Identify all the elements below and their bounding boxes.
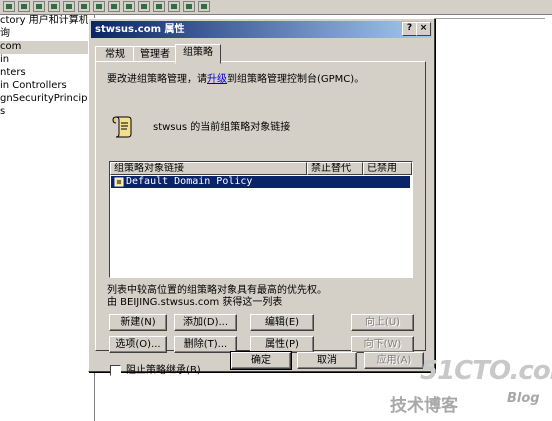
tree-item[interactable]: in Controllers [0, 80, 94, 93]
list-item[interactable]: Default Domain Policy [111, 176, 410, 188]
delete-button[interactable]: 删除(T)... [174, 336, 237, 353]
tree-item[interactable]: in [0, 54, 94, 67]
tree-item[interactable]: ctory 用户和计算机 [0, 15, 94, 28]
group-policy-panel: 要改进组策略管理，请升级到组策略管理控制台(GPMC)。 stwsus 的当前组… [95, 61, 426, 376]
gpo-name: Default Domain Policy [126, 176, 253, 187]
block-inheritance-label: 阻止策略继承(B) [126, 365, 201, 376]
add-button[interactable]: 添加(D)... [174, 314, 237, 331]
tree-item[interactable]: s [0, 106, 94, 119]
gpo-links-list[interactable]: 组策略对象链接 禁止替代 已禁用 Default Domain Policy [109, 161, 413, 278]
close-button[interactable]: × [416, 22, 431, 36]
tree-item-selected[interactable]: com [0, 41, 94, 54]
toolbar-icon[interactable] [18, 1, 30, 12]
toolbar-icon[interactable] [33, 1, 45, 12]
help-button[interactable]: ? [402, 22, 417, 36]
block-inheritance-checkbox[interactable] [110, 365, 121, 376]
toolbar-icon[interactable] [123, 1, 135, 12]
ok-button[interactable]: 确定 [230, 351, 292, 370]
watermark-text: 技术博客 [390, 396, 458, 416]
group-policy-scroll-icon [112, 116, 132, 138]
toolbar-icon[interactable] [48, 1, 60, 12]
toolbar-icon[interactable] [78, 1, 90, 12]
toolbar-icon[interactable] [138, 1, 150, 12]
watermark-logo: 51CTO.com [420, 356, 552, 386]
toolbar-icon[interactable] [63, 1, 75, 12]
properties-button[interactable]: 属性(P) [250, 336, 314, 353]
tree-item[interactable]: nters [0, 67, 94, 80]
priority-note: 列表中较高位置的组策略对象具有最高的优先权。 [107, 285, 327, 296]
apply-button[interactable]: 应用(A) [364, 352, 424, 369]
tree-item[interactable]: gnSecurityPrincipa [0, 93, 94, 106]
options-button[interactable]: 选项(O)... [109, 336, 167, 353]
toolbar-icon[interactable] [198, 1, 210, 12]
current-links-label: stwsus 的当前组策略对象链接 [153, 122, 291, 133]
column-no-override[interactable]: 禁止替代 [307, 162, 363, 175]
tab-group-policy[interactable]: 组策略 [175, 44, 221, 64]
column-disabled[interactable]: 已禁用 [363, 162, 412, 175]
toolbar-icon[interactable] [108, 1, 120, 12]
watermark-blog: Blog [507, 391, 540, 406]
toolbar-icon[interactable] [183, 1, 195, 12]
gpo-icon [114, 177, 124, 187]
filter-icon[interactable] [168, 1, 180, 12]
toolbar-icon[interactable] [3, 1, 15, 12]
source-note: 由 BEIJING.stwsus.com 获得这一列表 [107, 297, 283, 308]
toolbar-icon[interactable] [93, 1, 105, 12]
edit-button[interactable]: 编辑(E) [250, 314, 314, 331]
move-up-button[interactable]: 向上(U) [351, 314, 414, 331]
gpmc-notice: 要改进组策略管理，请升级到组策略管理控制台(GPMC)。 [107, 74, 365, 85]
dialog-title: stwsus.com 属性 [95, 24, 185, 35]
list-header: 组策略对象链接 禁止替代 已禁用 [110, 162, 412, 175]
properties-dialog: stwsus.com 属性 ? × 常规 管理者 组策略 要改进组策略管理，请升… [88, 18, 435, 376]
move-down-button[interactable]: 向下(W) [351, 336, 414, 353]
dialog-titlebar[interactable]: stwsus.com 属性 [91, 21, 432, 38]
cancel-button[interactable]: 取消 [297, 352, 357, 369]
upgrade-link[interactable]: 升级 [207, 74, 227, 85]
new-button[interactable]: 新建(N) [109, 314, 167, 331]
column-gpo-link[interactable]: 组策略对象链接 [110, 162, 307, 175]
toolbar-icon[interactable] [153, 1, 165, 12]
mmc-toolbar [0, 0, 552, 15]
tree-item[interactable]: 询 [0, 28, 94, 41]
console-tree: ctory 用户和计算机 询 com in nters in Controlle… [0, 15, 95, 421]
